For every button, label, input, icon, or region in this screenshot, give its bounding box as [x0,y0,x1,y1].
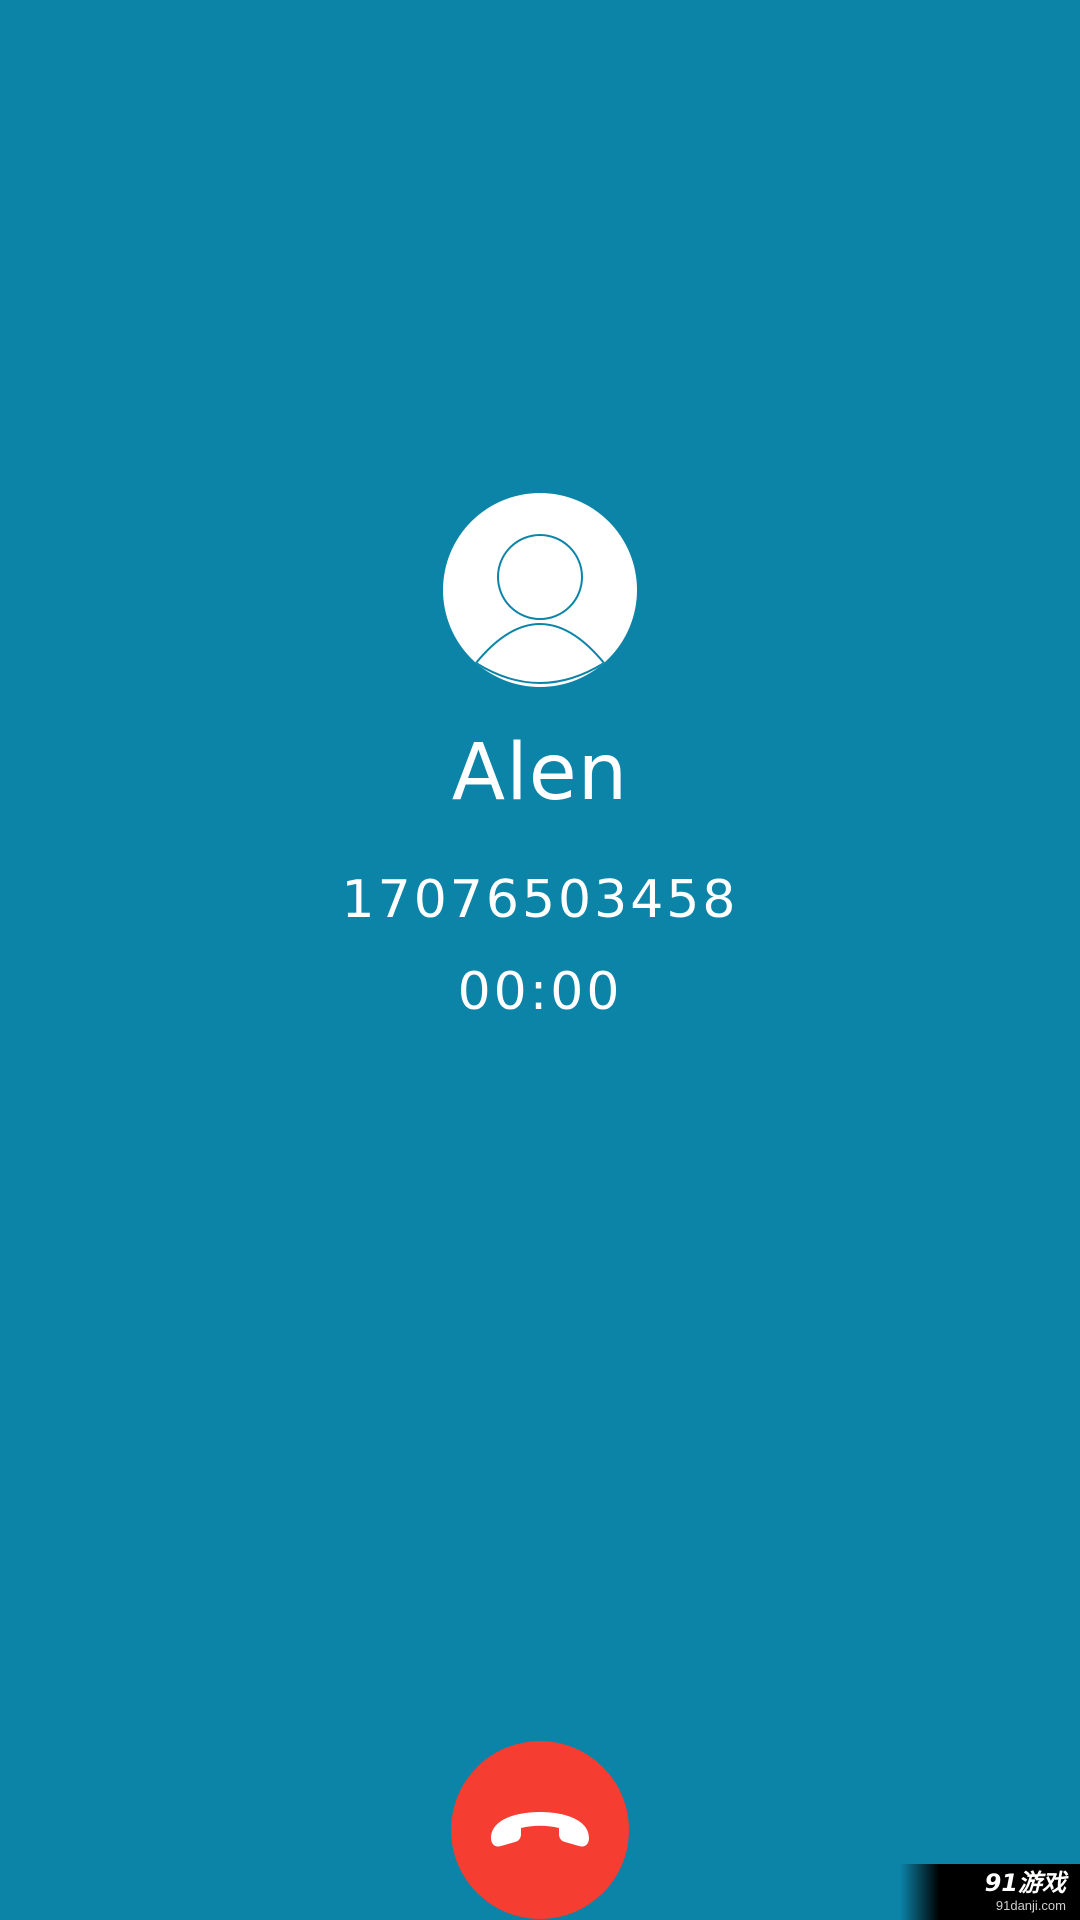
phone-hangup-icon [491,1812,589,1847]
contact-avatar [443,493,637,687]
watermark-url: 91danji.com [995,1898,1066,1913]
person-silhouette-icon [474,534,606,684]
call-timer: 00:00 [457,962,623,1022]
call-screen: Alen 17076503458 00:00 91游戏 91danji.com [0,0,1080,1920]
watermark: 91游戏 91danji.com [900,1864,1080,1920]
contact-name: Alen [451,728,629,818]
watermark-brand: 91游戏 [984,1869,1066,1897]
phone-number: 17076503458 [341,870,739,930]
hangup-button[interactable] [451,1741,629,1919]
